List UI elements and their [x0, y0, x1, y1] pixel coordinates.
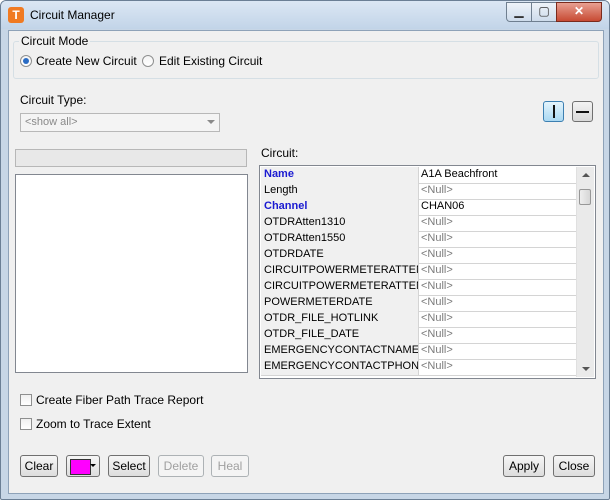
apply-button[interactable]: Apply [503, 455, 545, 477]
property-name: Length [261, 183, 419, 199]
heal-button[interactable]: Heal [211, 455, 249, 477]
trace-report-label[interactable]: Create Fiber Path Trace Report [36, 393, 203, 407]
circuit-properties-label: Circuit: [261, 146, 299, 160]
property-value[interactable]: <Null> [419, 295, 577, 311]
property-name: Channel [261, 199, 419, 215]
circuit-manager-window: T Circuit Manager ▁ ▢ ✕ Circuit Mode Cre… [0, 0, 610, 500]
edit-existing-circuit-label[interactable]: Edit Existing Circuit [159, 54, 262, 68]
circuit-list[interactable] [15, 174, 248, 373]
property-value[interactable]: <Null> [419, 279, 577, 295]
property-row[interactable]: OTDRAtten1550 <Null> [261, 231, 577, 248]
property-name: EMERGENCYCONTACTPHONE [261, 359, 419, 375]
property-value[interactable]: <Null> [419, 327, 577, 343]
close-window-button[interactable]: ✕ [556, 2, 602, 22]
property-grid-scrollbar[interactable] [576, 167, 594, 377]
vertical-layout-toggle[interactable] [543, 101, 564, 122]
color-dropdown-icon [90, 464, 96, 467]
zoom-extent-label[interactable]: Zoom to Trace Extent [36, 417, 151, 431]
vertical-bar-icon [553, 105, 555, 118]
scroll-thumb[interactable] [579, 189, 591, 205]
property-row[interactable]: Name A1A Beachfront [261, 167, 577, 184]
property-row[interactable]: OTDR_FILE_HOTLINK <Null> [261, 311, 577, 328]
zoom-extent-checkbox[interactable] [20, 418, 32, 430]
property-row[interactable]: CIRCUITPOWERMETERATTEN <Null> [261, 263, 577, 280]
property-row[interactable]: OTDRAtten1310 <Null> [261, 215, 577, 232]
circuit-property-grid[interactable]: Name A1A Beachfront Length <Null> Channel CHA… [259, 165, 596, 379]
property-value[interactable]: <Null> [419, 311, 577, 327]
property-value[interactable]: CHAN06 [419, 199, 577, 215]
edit-existing-circuit-radio[interactable] [142, 55, 154, 67]
property-row[interactable]: OTDR_FILE_DATE <Null> [261, 327, 577, 344]
chevron-down-icon [207, 120, 215, 124]
property-value[interactable]: <Null> [419, 263, 577, 279]
property-row[interactable]: Channel CHAN06 [261, 199, 577, 216]
property-row[interactable]: CIRCUITPOWERMETERATTEN <Null> [261, 279, 577, 296]
clear-button[interactable]: Clear [20, 455, 58, 477]
maximize-button[interactable]: ▢ [531, 2, 557, 22]
property-value[interactable]: <Null> [419, 359, 577, 375]
select-button[interactable]: Select [108, 455, 150, 477]
trace-color-swatch [70, 459, 91, 475]
circuit-type-value: <show all> [25, 116, 78, 128]
property-row[interactable]: OTDRDATE <Null> [261, 247, 577, 264]
create-new-circuit-radio[interactable] [20, 55, 32, 67]
property-name: POWERMETERDATE [261, 295, 419, 311]
app-icon: T [8, 7, 24, 23]
property-name: OTDR_FILE_HOTLINK [261, 311, 419, 327]
property-name: CIRCUITPOWERMETERATTEN [261, 263, 419, 279]
property-name: CIRCUITPOWERMETERATTEN [261, 279, 419, 295]
property-row[interactable]: POWERMETERDATE <Null> [261, 295, 577, 312]
dialog-body: Circuit Mode Create New Circuit Edit Exi… [8, 30, 604, 494]
circuit-type-label: Circuit Type: [20, 93, 87, 107]
trace-color-picker[interactable] [66, 455, 100, 477]
property-name: OTDR_FILE_DATE [261, 327, 419, 343]
create-new-circuit-label[interactable]: Create New Circuit [36, 54, 137, 68]
property-value[interactable]: <Null> [419, 215, 577, 231]
property-row[interactable]: Length <Null> [261, 183, 577, 200]
circuit-type-select[interactable]: <show all> [20, 113, 220, 132]
property-row[interactable]: EMERGENCYCONTACTNAME <Null> [261, 343, 577, 360]
property-name: OTDRAtten1550 [261, 231, 419, 247]
property-value[interactable]: <Null> [419, 183, 577, 199]
minimize-button[interactable]: ▁ [506, 2, 532, 22]
property-value[interactable]: <Null> [419, 231, 577, 247]
scroll-up-icon[interactable] [582, 173, 590, 177]
property-name: Name [261, 167, 419, 183]
property-row[interactable]: EMERGENCYCONTACTPHONE <Null> [261, 359, 577, 376]
property-value[interactable]: A1A Beachfront [419, 167, 577, 183]
property-name: EMERGENCYCONTACTNAME [261, 343, 419, 359]
circuit-mode-legend: Circuit Mode [19, 34, 91, 48]
circuit-filter-input[interactable] [15, 149, 247, 167]
horizontal-bar-icon [576, 111, 589, 113]
scroll-down-icon[interactable] [582, 367, 590, 371]
property-name: OTDRDATE [261, 247, 419, 263]
title-bar[interactable]: T Circuit Manager ▁ ▢ ✕ [1, 1, 609, 29]
property-value[interactable]: <Null> [419, 247, 577, 263]
property-name: OTDRAtten1310 [261, 215, 419, 231]
window-title: Circuit Manager [30, 8, 115, 22]
delete-button[interactable]: Delete [158, 455, 204, 477]
close-button[interactable]: Close [553, 455, 595, 477]
property-value[interactable]: <Null> [419, 343, 577, 359]
trace-report-checkbox[interactable] [20, 394, 32, 406]
horizontal-layout-toggle[interactable] [572, 101, 593, 122]
